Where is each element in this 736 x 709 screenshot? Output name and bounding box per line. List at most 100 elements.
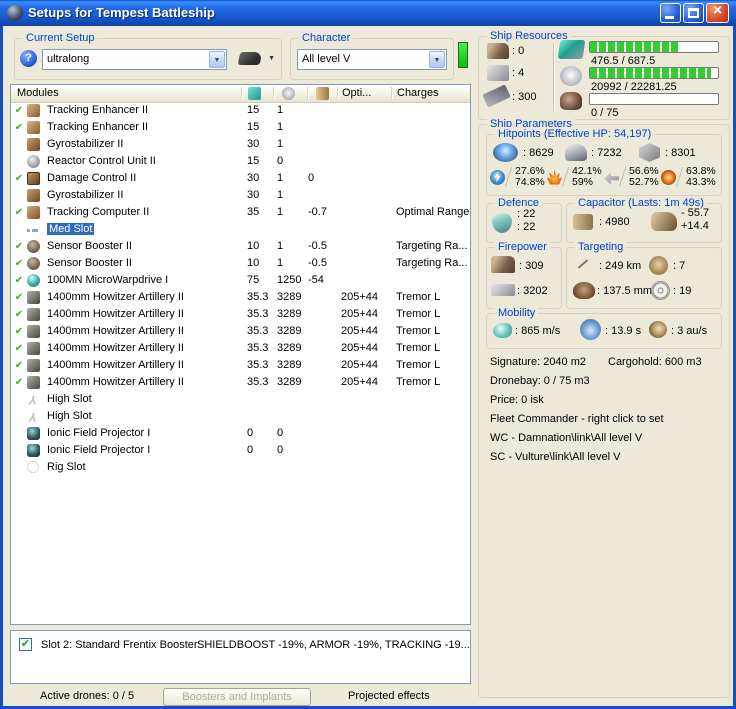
module-cap: -0.7 — [308, 206, 327, 218]
powergrid-icon — [560, 66, 582, 86]
charges-column-header[interactable]: Charges — [397, 87, 439, 99]
module-optimal — [337, 408, 391, 425]
table-row[interactable]: ✔ Sensor Booster II 10 1 -0.5 Targeting Ra... — [11, 255, 470, 272]
table-row[interactable]: ✔ 1400mm Howitzer Artillery II 35.3 3289 205… — [11, 289, 470, 306]
max-targets-value: : 7 — [673, 260, 686, 272]
artillery-icon — [27, 357, 47, 374]
artillery-icon — [27, 306, 47, 323]
table-row[interactable]: High Slot — [11, 391, 470, 408]
tab-active-drones[interactable]: Active drones: 0 / 5 — [40, 690, 134, 702]
booster-checkbox[interactable]: ✔ — [19, 638, 32, 651]
armor-resist: 74.8% — [515, 176, 545, 188]
wing-commander-info: WC - Damnation\link\All level V — [490, 432, 643, 444]
armor-hp-icon — [565, 144, 587, 161]
module-cap — [307, 374, 337, 391]
close-button[interactable] — [706, 2, 729, 23]
armor-resist: 43.3% — [686, 176, 716, 188]
powergrid-usage-value: 20992 / 22281.25 — [591, 81, 677, 93]
explosive-resist-group: 63.8% 43.3% — [661, 166, 718, 188]
signature-info: Signature: 2040 m2 — [490, 356, 587, 368]
chevron-down-icon[interactable]: ▼ — [209, 51, 225, 68]
module-optimal — [337, 136, 391, 153]
warp-speed-value: : 3 au/s — [671, 325, 708, 337]
module-cpu — [241, 408, 273, 425]
thermal-resist-group: 42.1% 59% — [547, 166, 604, 188]
fitted-check-icon: ✔ — [14, 258, 24, 269]
table-row[interactable]: Med Slot — [11, 221, 470, 238]
module-cpu: 15 — [247, 155, 260, 167]
table-row[interactable]: ✔ 1400mm Howitzer Artillery II 35.3 3289 205… — [11, 340, 470, 357]
setup-actions-button[interactable]: ▼ — [237, 47, 277, 71]
table-row[interactable]: ✔ 1400mm Howitzer Artillery II 35.3 3289 205… — [11, 323, 470, 340]
fitted-check-icon — [11, 187, 27, 204]
powergrid-column-icon[interactable] — [282, 87, 295, 100]
module-optimal — [337, 255, 391, 272]
module-charge — [391, 408, 470, 425]
align-time-icon — [580, 319, 601, 340]
cpu-column-icon[interactable] — [248, 87, 261, 100]
table-row[interactable]: ✔ Tracking Enhancer II 15 1 — [11, 119, 470, 136]
modules-table-header[interactable]: Modules Opti... Charges — [11, 85, 470, 103]
table-row[interactable]: ✔ 1400mm Howitzer Artillery II 35.3 3289 205… — [11, 357, 470, 374]
cpu-bar — [589, 41, 719, 53]
module-charge — [391, 459, 470, 476]
table-row[interactable]: Gyrostabilizer II 30 1 — [11, 187, 470, 204]
minimize-button[interactable] — [660, 3, 681, 23]
capacitor-column-icon[interactable] — [316, 87, 329, 100]
table-row[interactable]: ✔ Tracking Computer II 35 1 -0.7 Optimal Rang… — [11, 204, 470, 221]
module-charge — [391, 153, 470, 170]
price-info: Price: 0 isk — [490, 394, 544, 406]
modules-column-header[interactable]: Modules — [17, 87, 59, 99]
boosters-and-implants-button[interactable]: Boosters and Implants — [163, 688, 311, 706]
capacitor-icon — [573, 214, 593, 230]
rig-slot-icon — [27, 459, 47, 476]
table-row[interactable]: Rig Slot — [11, 459, 470, 476]
module-pg: 3289 — [277, 359, 302, 371]
maximize-button[interactable] — [683, 3, 704, 23]
table-row[interactable]: ✔ 1400mm Howitzer Artillery II 35.3 3289 205… — [11, 306, 470, 323]
signature-resolution-value: : 137.5 mm — [597, 285, 653, 297]
module-pg — [273, 391, 307, 408]
module-cap — [307, 153, 337, 170]
table-row[interactable]: ✔ Tracking Enhancer II 15 1 — [11, 102, 470, 119]
mobility-label: Mobility — [495, 306, 539, 320]
chevron-down-icon[interactable]: ▼ — [429, 51, 445, 68]
cpu-bar-fill — [590, 42, 679, 52]
table-row[interactable]: Reactor Control Unit II 15 0 — [11, 153, 470, 170]
table-row[interactable]: Ionic Field Projector I 0 0 — [11, 442, 470, 459]
title-bar[interactable]: Setups for Tempest Battleship — [0, 0, 736, 26]
table-row[interactable]: ✔ 100MN MicroWarpdrive I 75 1250 -54 — [11, 272, 470, 289]
turret-slots-value: : 0 — [512, 45, 525, 57]
table-row[interactable]: Ionic Field Projector I 0 0 — [11, 425, 470, 442]
character-select[interactable]: All level V ▼ — [297, 49, 447, 70]
powergrid-bar-fill — [590, 68, 711, 78]
table-row[interactable]: ✔ Sensor Booster II 10 1 -0.5 Targeting Ra... — [11, 238, 470, 255]
module-charge — [391, 136, 470, 153]
tab-projected-effects[interactable]: Projected effects — [348, 690, 430, 702]
module-cap — [307, 289, 337, 306]
gyrostabilizer-icon — [27, 136, 47, 153]
table-row[interactable]: ✔ Damage Control II 30 1 0 — [11, 170, 470, 187]
artillery-icon — [27, 340, 47, 357]
module-charge: Tremor L — [396, 342, 441, 354]
fitted-check-icon: ✔ — [14, 207, 24, 218]
setup-select[interactable]: ultralong ▼ — [42, 49, 227, 70]
table-row[interactable]: ✔ 1400mm Howitzer Artillery II 35.3 3289 205… — [11, 374, 470, 391]
module-charge: Optimal Range — [396, 206, 470, 218]
align-time-value: : 13.9 s — [605, 325, 642, 337]
armor-resist: 59% — [572, 176, 594, 188]
help-icon[interactable]: ? — [20, 50, 37, 67]
fitted-check-icon — [11, 442, 27, 459]
module-name: Tracking Enhancer II — [47, 121, 149, 133]
module-charge: Targeting Ra... — [396, 240, 468, 252]
table-row[interactable]: High Slot — [11, 408, 470, 425]
module-cap — [307, 459, 337, 476]
ship-resources-label: Ship Resources — [487, 29, 571, 43]
modules-list[interactable]: Modules Opti... Charges ✔ Tracking Enhanc… — [10, 84, 471, 625]
resists-row: 27.6% 74.8% 42.1% 59% 56.6% 52.7% 63.8% 43.3% — [490, 166, 718, 188]
table-row[interactable]: Gyrostabilizer II 30 1 — [11, 136, 470, 153]
module-name: High Slot — [47, 393, 92, 405]
fitted-check-icon — [11, 221, 27, 238]
module-name: 1400mm Howitzer Artillery II — [47, 376, 184, 388]
optimal-column-header[interactable]: Opti... — [342, 87, 371, 99]
